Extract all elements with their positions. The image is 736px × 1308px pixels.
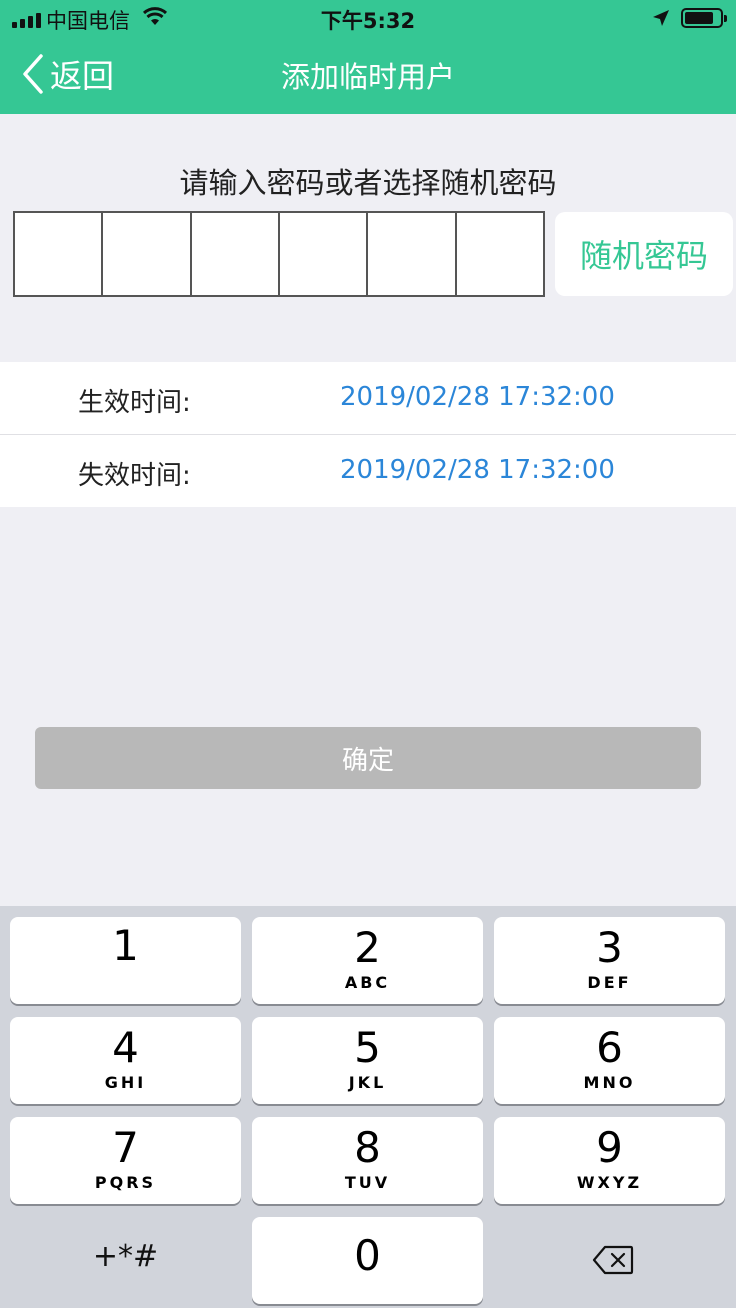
key-digit: 4 (112, 1023, 139, 1072)
key-4[interactable]: 4 GHI (10, 1017, 241, 1104)
page-title: 添加临时用户 (280, 60, 455, 94)
pin-digit-box[interactable] (454, 213, 543, 295)
password-input[interactable] (13, 211, 545, 297)
delete-key[interactable] (494, 1217, 725, 1304)
key-digit: 1 (112, 921, 139, 970)
key-6[interactable]: 6 MNO (494, 1017, 725, 1104)
random-password-button[interactable]: 随机密码 (555, 212, 733, 296)
key-8[interactable]: 8 TUV (252, 1117, 483, 1204)
key-0[interactable]: 0 (252, 1217, 483, 1304)
key-letters: DEF (587, 973, 632, 992)
symbols-key[interactable]: +*# (10, 1217, 241, 1304)
key-letters: PQRS (94, 1173, 157, 1192)
key-9[interactable]: 9 WXYZ (494, 1117, 725, 1204)
key-digit: 9 (596, 1123, 623, 1172)
key-1[interactable]: 1 (10, 917, 241, 1004)
key-digit: 0 (354, 1231, 381, 1280)
key-3[interactable]: 3 DEF (494, 917, 725, 1004)
validity-section: 生效时间: 2019/02/28 17:32:00 失效时间: 2019/02/… (0, 362, 736, 507)
numeric-keypad: 1 2 ABC 3 DEF 4 GHI 5 JKL 6 MNO 7 PQRS 8… (0, 906, 736, 1308)
status-bar: 中国电信 下午5:32 (0, 0, 736, 38)
key-digit: 2 (354, 923, 381, 972)
key-letters: ABC (344, 973, 391, 992)
key-digit: 7 (112, 1123, 139, 1172)
end-time-label: 失效时间: (78, 461, 191, 491)
pin-digit-box[interactable] (15, 213, 101, 295)
end-time-row[interactable]: 失效时间: 2019/02/28 17:32:00 (0, 435, 736, 507)
key-digit: 3 (596, 923, 623, 972)
key-letters: WXYZ (576, 1173, 643, 1192)
end-time-value[interactable]: 2019/02/28 17:32:00 (340, 455, 615, 485)
start-time-value[interactable]: 2019/02/28 17:32:00 (340, 382, 615, 412)
start-time-label: 生效时间: (78, 388, 191, 418)
key-5[interactable]: 5 JKL (252, 1017, 483, 1104)
key-digit: 6 (596, 1023, 623, 1072)
status-time: 下午5:32 (320, 9, 416, 33)
battery-icon (681, 8, 727, 28)
confirm-button[interactable]: 确定 (35, 727, 701, 789)
pin-digit-box[interactable] (101, 213, 189, 295)
key-digit: 5 (354, 1023, 381, 1072)
location-icon (652, 9, 670, 31)
delete-icon (592, 1245, 634, 1275)
key-letters: TUV (344, 1173, 391, 1192)
key-digit: 8 (354, 1123, 381, 1172)
key-2[interactable]: 2 ABC (252, 917, 483, 1004)
key-letters: GHI (104, 1073, 147, 1092)
start-time-row[interactable]: 生效时间: 2019/02/28 17:32:00 (0, 362, 736, 434)
pin-digit-box[interactable] (277, 213, 366, 295)
pin-digit-box[interactable] (189, 213, 278, 295)
key-letters: MNO (583, 1073, 636, 1092)
symbols-label: +*# (92, 1239, 159, 1274)
key-letters: JKL (348, 1073, 387, 1092)
pin-digit-box[interactable] (366, 213, 454, 295)
key-7[interactable]: 7 PQRS (10, 1117, 241, 1204)
password-prompt: 请输入密码或者选择随机密码 (179, 166, 557, 200)
header: 中国电信 下午5:32 返回 添加临时用户 (0, 0, 736, 114)
